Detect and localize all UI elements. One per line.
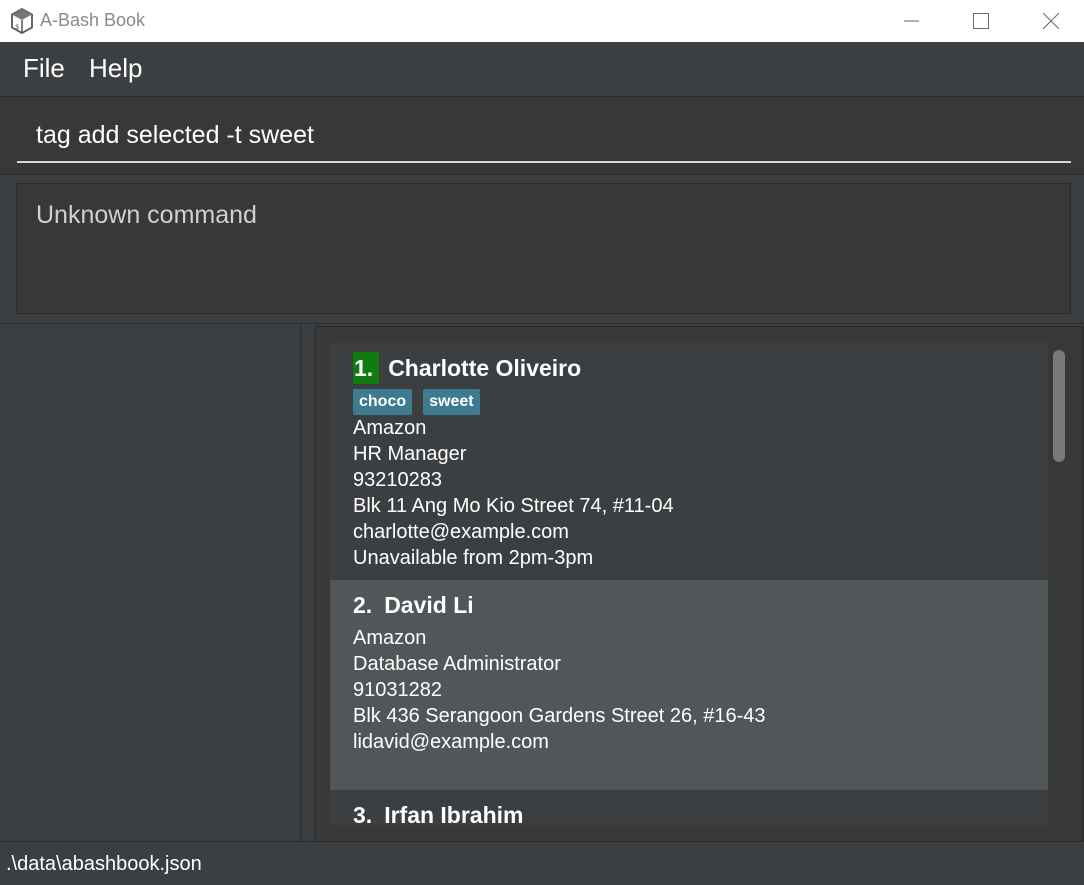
contact-remark: Unavailable from 2pm-3pm	[353, 547, 594, 569]
contact-address: Blk 11 Ang Mo Kio Street 74, #11-04	[353, 495, 674, 517]
svg-text:$: $	[15, 23, 19, 31]
contact-list: 1. Charlotte Oliveiro choco sweet Amazon…	[314, 326, 1084, 842]
status-bar: .\data\abashbook.json	[0, 841, 1084, 885]
contact-company: Amazon	[353, 417, 427, 439]
contact-email: charlotte@example.com	[353, 521, 569, 543]
contact-job: HR Manager	[353, 443, 467, 465]
contact-phone: 93210283	[353, 469, 442, 491]
contact-index: 2.	[353, 592, 373, 618]
contact-list-viewport: 1. Charlotte Oliveiro choco sweet Amazon…	[330, 343, 1048, 825]
contact-index: 3.	[353, 802, 373, 825]
title-bar: $ A-Bash Book	[0, 0, 1084, 42]
contact-name: David Li	[384, 591, 474, 618]
command-box	[0, 96, 1084, 174]
result-display-pane: Unknown command	[0, 174, 1084, 323]
result-display[interactable]: Unknown command	[16, 183, 1071, 314]
maximize-button[interactable]	[946, 0, 1016, 42]
command-input[interactable]	[17, 109, 1071, 163]
contact-header: 2. David Li	[353, 589, 474, 621]
contact-card[interactable]: 1. Charlotte Oliveiro choco sweet Amazon…	[330, 343, 1048, 580]
contact-job: Database Administrator	[353, 653, 561, 675]
contact-email: lidavid@example.com	[353, 731, 549, 753]
contact-address: Blk 436 Serangoon Gardens Street 26, #16…	[353, 705, 766, 727]
menu-file[interactable]: File	[23, 53, 65, 84]
app-window: $ A-Bash Book File Help tag add selected…	[0, 0, 1084, 885]
result-message: Unknown command	[36, 201, 257, 229]
tag-badge: choco	[353, 389, 413, 415]
tag-badge: sweet	[423, 389, 480, 415]
split-divider[interactable]	[300, 324, 302, 842]
close-icon	[1043, 13, 1059, 29]
menu-help[interactable]: Help	[89, 53, 142, 84]
contact-header: 3. Irfan Ibrahim	[353, 799, 524, 826]
menu-bar: File Help	[0, 42, 1084, 96]
tag-list: choco sweet	[353, 389, 491, 415]
scrollbar-thumb[interactable]	[1053, 350, 1065, 462]
contact-name: Charlotte Oliveiro	[388, 354, 582, 381]
save-location: .\data\abashbook.json	[6, 853, 202, 875]
minimize-icon	[904, 20, 919, 22]
window-title: A-Bash Book	[40, 10, 146, 30]
contact-phone: 91031282	[353, 679, 442, 701]
contact-card[interactable]: 3. Irfan Ibrahim	[330, 790, 1048, 825]
contact-index: 1.	[353, 352, 380, 384]
minimize-button[interactable]	[877, 0, 947, 42]
maximize-icon	[973, 13, 989, 29]
main-split-pane: 1. Charlotte Oliveiro choco sweet Amazon…	[0, 323, 1084, 842]
contact-header: 1. Charlotte Oliveiro	[353, 352, 581, 384]
contact-company: Amazon	[353, 627, 427, 649]
contact-name: Irfan Ibrahim	[384, 801, 524, 826]
vertical-scrollbar[interactable]	[1051, 333, 1067, 833]
app-logo-icon: $	[10, 7, 34, 35]
contact-card[interactable]: 2. David Li Amazon Database Administrato…	[330, 580, 1048, 790]
left-panel	[0, 324, 302, 842]
close-button[interactable]	[1016, 0, 1084, 42]
